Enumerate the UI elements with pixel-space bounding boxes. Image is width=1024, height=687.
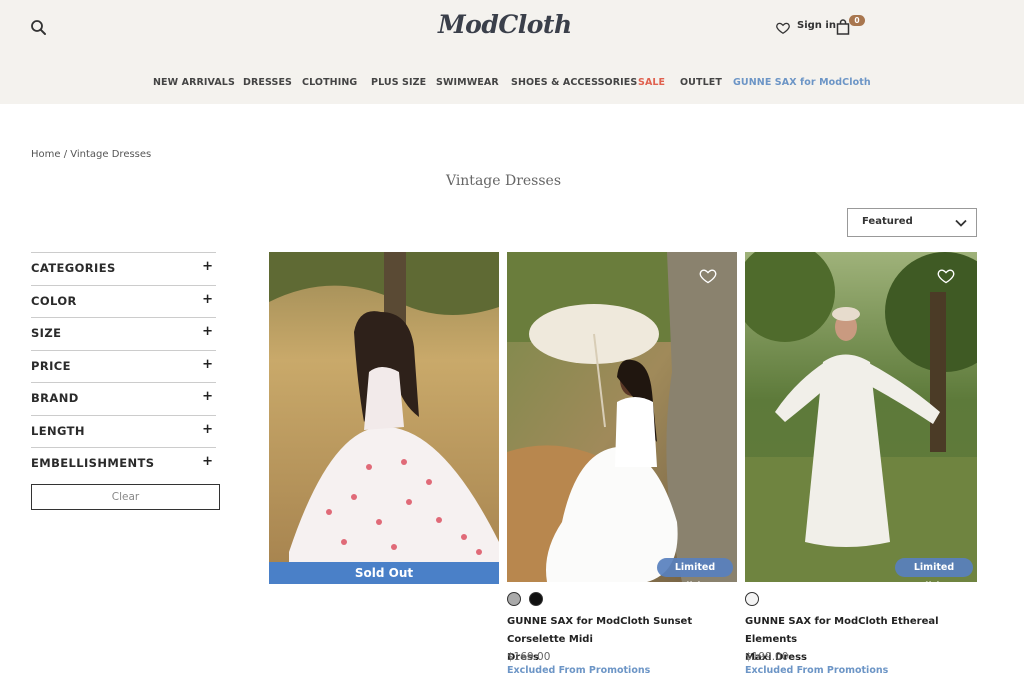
nav-shoes-accessories[interactable]: SHOES & ACCESSORIES	[511, 77, 637, 88]
plus-icon: +	[202, 454, 213, 469]
nav-new-arrivals[interactable]: NEW ARRIVALS	[153, 77, 235, 88]
plus-icon: +	[202, 389, 213, 404]
nav-sale[interactable]: SALE	[638, 77, 665, 88]
color-swatch-white[interactable]	[745, 592, 759, 606]
filter-label: SIZE	[31, 326, 62, 340]
limited-edition-badge: Limited Edition	[895, 558, 973, 582]
filter-label: LENGTH	[31, 423, 85, 438]
plus-icon: +	[202, 324, 213, 339]
product-name-line: GUNNE SAX for ModCloth Ethereal Elements	[745, 616, 939, 645]
wishlist-button[interactable]	[937, 268, 955, 284]
wishlist-header-button[interactable]	[776, 20, 790, 35]
breadcrumb-current[interactable]: Vintage Dresses	[70, 149, 151, 160]
sign-in-link[interactable]: Sign in	[797, 20, 836, 31]
plus-icon: +	[202, 291, 213, 307]
filter-length[interactable]: LENGTH +	[31, 414, 216, 448]
product-image[interactable]: Limited Edition	[745, 252, 977, 582]
search-button[interactable]	[30, 19, 48, 37]
heart-icon	[776, 22, 790, 35]
color-swatch-gray[interactable]	[507, 592, 521, 606]
filter-label: EMBELLISHMENTS	[31, 456, 155, 470]
page-title: Vintage Dresses	[445, 173, 562, 189]
wishlist-button[interactable]	[699, 268, 717, 284]
product-photo	[269, 252, 499, 562]
breadcrumb-home[interactable]: Home	[31, 149, 61, 160]
nav-dresses[interactable]: DRESSES	[243, 77, 292, 88]
limited-edition-badge: Limited Edition	[657, 558, 733, 582]
plus-icon: +	[202, 356, 213, 372]
promo-note: Excluded From Promotions	[507, 665, 651, 676]
site-logo[interactable]: ModCloth	[438, 10, 572, 39]
filter-label: BRAND	[31, 391, 79, 405]
filter-size[interactable]: SIZE +	[31, 317, 216, 350]
filter-label: PRICE	[31, 358, 71, 373]
sold-out-label: Sold Out	[269, 562, 499, 584]
filter-sidebar: CATEGORIES + COLOR + SIZE + PRICE + BRAN…	[31, 252, 216, 480]
shopping-bag-button[interactable]	[836, 19, 850, 35]
product-name-line: GUNNE SAX for ModCloth Sunset Corselette…	[507, 616, 693, 645]
product-image[interactable]	[269, 252, 499, 562]
filter-label: CATEGORIES	[31, 261, 116, 275]
color-swatch-black[interactable]	[529, 592, 543, 606]
search-icon	[31, 20, 46, 35]
sort-dropdown[interactable]: Featured	[847, 208, 977, 237]
breadcrumb: Home / Vintage Dresses	[31, 149, 151, 160]
nav-outlet[interactable]: OUTLET	[680, 77, 722, 88]
clear-filters-button[interactable]: Clear	[31, 484, 220, 510]
product-price: $199.00	[745, 651, 789, 663]
breadcrumb-separator: /	[60, 149, 71, 160]
product-price: $169.00	[507, 651, 551, 663]
bag-icon	[836, 19, 850, 35]
plus-icon: +	[202, 421, 213, 437]
chevron-down-icon	[955, 219, 967, 227]
filter-label: COLOR	[31, 293, 77, 308]
heart-icon	[699, 269, 717, 284]
product-photo	[745, 252, 977, 582]
filter-price[interactable]: PRICE +	[31, 349, 216, 383]
sort-selected-value: Featured	[862, 216, 913, 227]
nav-gunne-sax[interactable]: GUNNE SAX for ModCloth	[733, 77, 871, 88]
product-image[interactable]: Limited Edition	[507, 252, 737, 582]
heart-icon	[937, 269, 955, 284]
nav-plus-size[interactable]: PLUS SIZE	[371, 77, 426, 88]
promo-note: Excluded From Promotions	[745, 665, 889, 676]
site-header: ModCloth Sign in 0 NEW ARRIVALS DRESSES …	[0, 0, 1024, 104]
nav-clothing[interactable]: CLOTHING	[302, 77, 357, 88]
filter-embellishments[interactable]: EMBELLISHMENTS +	[31, 447, 216, 480]
bag-count-badge: 0	[849, 15, 865, 26]
plus-icon: +	[202, 259, 213, 274]
nav-swimwear[interactable]: SWIMWEAR	[436, 77, 499, 88]
filter-categories[interactable]: CATEGORIES +	[31, 252, 216, 285]
main-nav: NEW ARRIVALS DRESSES CLOTHING PLUS SIZE …	[0, 77, 1024, 91]
filter-color[interactable]: COLOR +	[31, 284, 216, 318]
filter-brand[interactable]: BRAND +	[31, 382, 216, 415]
product-photo	[507, 252, 737, 582]
